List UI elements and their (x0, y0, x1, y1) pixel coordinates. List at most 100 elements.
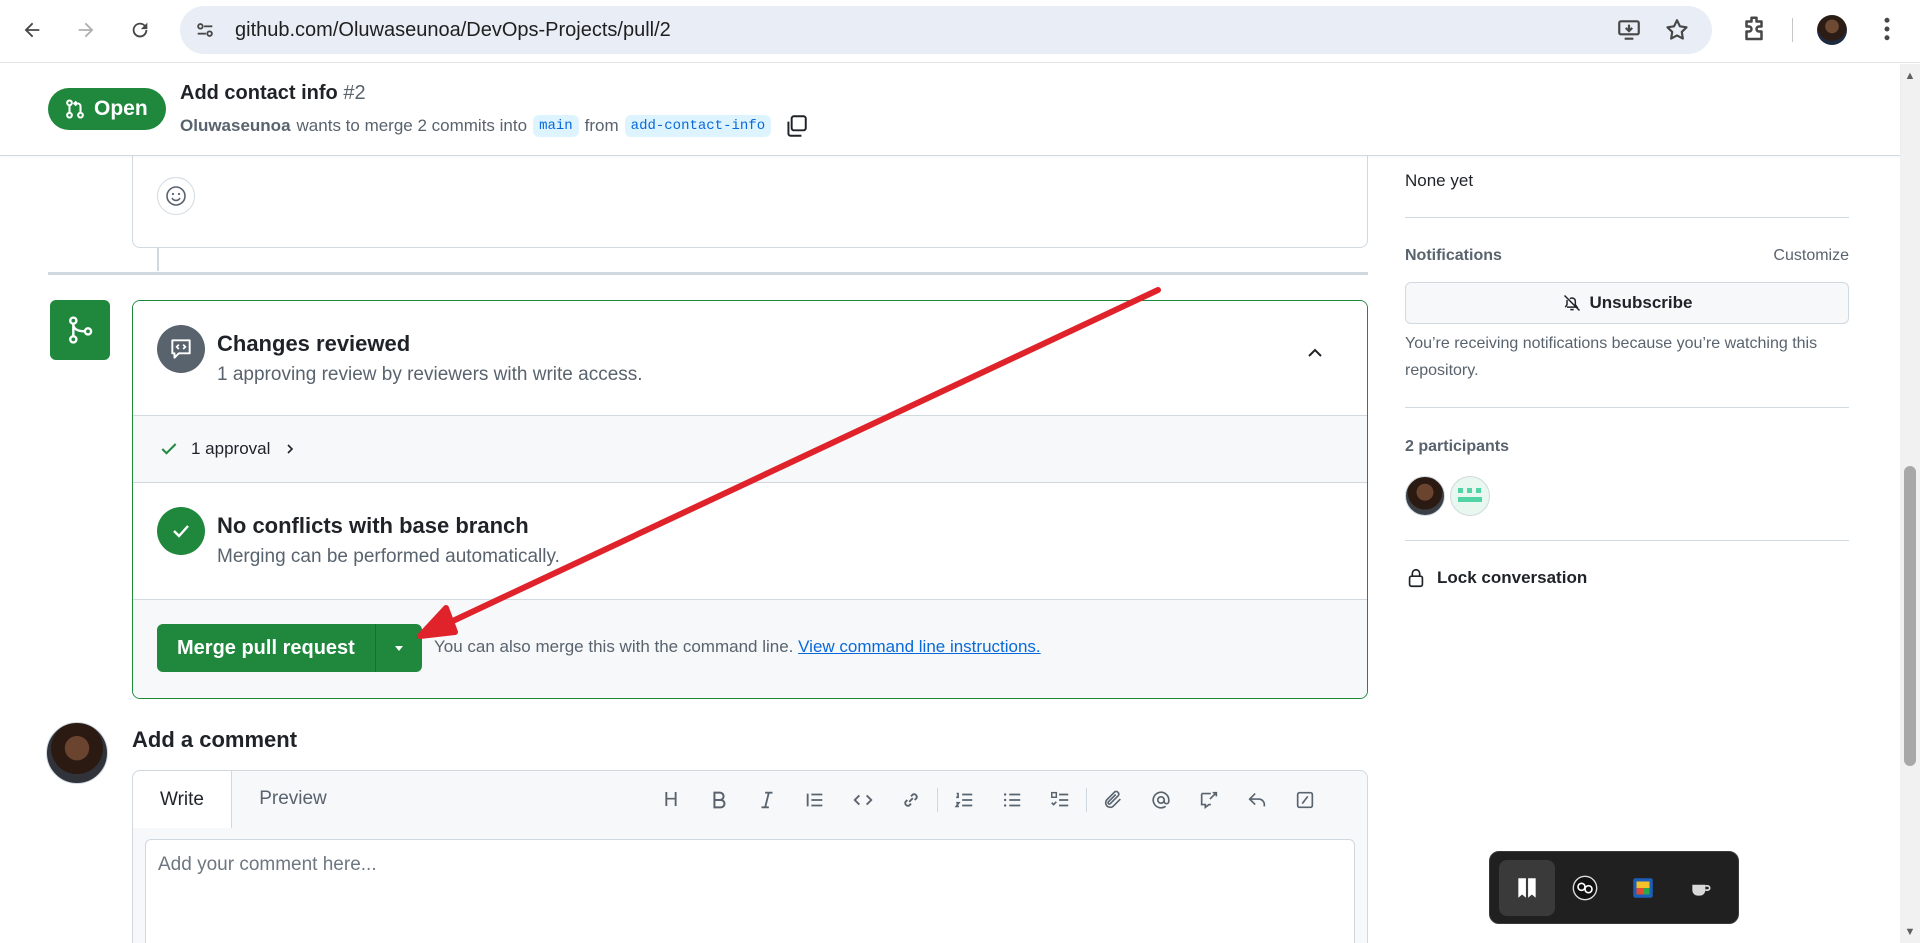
code-review-icon (171, 339, 191, 359)
link-button[interactable] (887, 784, 935, 816)
review-section: Changes reviewed 1 approving review by r… (133, 301, 1367, 416)
pr-state-label: Open (94, 97, 148, 120)
copy-icon[interactable] (783, 113, 809, 139)
merge-pull-request-button[interactable]: Merge pull request (157, 624, 376, 672)
task-list-button[interactable] (1036, 784, 1084, 816)
dock-app-3[interactable] (1615, 860, 1671, 916)
reload-button[interactable] (122, 12, 158, 48)
toolbar-divider (1086, 788, 1087, 812)
smiley-icon (166, 186, 186, 206)
markdown-toolbar: H (647, 784, 1329, 816)
conflict-section: No conflicts with base branch Merging ca… (133, 483, 1367, 600)
timeline-separator (48, 272, 1368, 275)
identicon-icon (1458, 488, 1482, 502)
mention-button[interactable] (1137, 784, 1185, 816)
dock-app-4[interactable] (1673, 860, 1729, 916)
profile-avatar[interactable] (1817, 15, 1847, 45)
site-settings-icon[interactable] (194, 19, 216, 41)
bookmark-star-icon[interactable] (1664, 17, 1690, 43)
milestone-value: None yet (1405, 171, 1474, 190)
chevron-up-icon[interactable] (1303, 341, 1327, 365)
dock-app-1[interactable] (1499, 859, 1555, 916)
pr-number: #2 (343, 82, 366, 104)
merge-status-icon-box (50, 300, 110, 360)
lock-conversation-button[interactable]: Lock conversation (1405, 567, 1587, 589)
check-icon (161, 443, 177, 455)
toolbar-divider (1792, 18, 1793, 42)
cli-hint: You can also merge this with the command… (434, 637, 1041, 657)
reply-icon (1248, 792, 1266, 807)
scrollbar-thumb[interactable] (1904, 466, 1916, 766)
participants-title: 2 participants (1405, 438, 1510, 455)
comment-textarea[interactable]: Add your comment here... (145, 839, 1355, 943)
pr-meta: Oluwaseunoa wants to merge 2 commits int… (180, 113, 809, 139)
pr-title: Add contact info #2 (180, 82, 366, 105)
participant-avatar[interactable] (1405, 476, 1445, 516)
chevron-right-icon (287, 444, 294, 454)
cli-hint-text: You can also merge this with the command… (434, 637, 794, 656)
tab-write[interactable]: Write (132, 770, 232, 828)
tab-preview[interactable]: Preview (233, 771, 353, 827)
quote-button[interactable] (791, 784, 839, 816)
add-reaction-button[interactable] (157, 177, 195, 215)
github-pr-page: Open Add contact info #2 Oluwaseunoa wan… (0, 64, 1920, 943)
cli-instructions-link[interactable]: View command line instructions. (798, 637, 1041, 656)
unsubscribe-button[interactable]: Unsubscribe (1405, 282, 1849, 324)
scroll-up-arrow[interactable]: ▲ (1904, 70, 1916, 82)
ordered-list-icon (954, 792, 973, 808)
cross-reference-icon (1200, 791, 1218, 809)
code-button[interactable] (839, 784, 887, 816)
address-bar[interactable]: github.com/Oluwaseunoa/DevOps-Projects/p… (180, 6, 1712, 54)
url-text[interactable]: github.com/Oluwaseunoa/DevOps-Projects/p… (235, 19, 671, 42)
comment-editor: Write Preview H Add your comment here... (132, 770, 1368, 943)
pr-author-link[interactable]: Oluwaseunoa (180, 116, 291, 136)
mention-icon (1152, 791, 1170, 809)
sidebar-divider (1405, 540, 1849, 541)
image-app-icon (1633, 877, 1653, 898)
pr-title-text: Add contact info (180, 82, 338, 104)
participant-avatar[interactable] (1450, 476, 1490, 516)
italic-button[interactable] (743, 784, 791, 816)
bold-icon (713, 791, 726, 809)
browser-toolbar: github.com/Oluwaseunoa/DevOps-Projects/p… (0, 0, 1920, 63)
sidebar-divider (1405, 407, 1849, 408)
back-button[interactable] (14, 12, 50, 48)
check-icon (173, 525, 189, 538)
coffee-cup-icon (1692, 884, 1711, 896)
review-subtitle: 1 approving review by reviewers with wri… (217, 364, 643, 385)
git-pull-request-icon (66, 99, 84, 119)
saved-reply-button[interactable] (1233, 784, 1281, 816)
conflict-subtitle: Merging can be performed automatically. (217, 546, 560, 567)
unordered-list-button[interactable] (988, 784, 1036, 816)
approval-label: 1 approval (191, 439, 271, 458)
bookmark-app-icon (1518, 877, 1536, 898)
reload-icon (132, 22, 148, 38)
slash-command-icon (1296, 791, 1314, 809)
bold-button[interactable] (695, 784, 743, 816)
commenter-avatar[interactable] (46, 722, 108, 784)
head-branch[interactable]: add-contact-info (624, 115, 772, 137)
approvals-row[interactable]: 1 approval (133, 416, 1367, 483)
lock-icon (1408, 568, 1424, 588)
slash-command-button[interactable] (1281, 784, 1329, 816)
more-menu-icon[interactable] (1872, 14, 1902, 44)
triangle-down-icon (394, 646, 403, 651)
ordered-list-button[interactable] (940, 784, 988, 816)
unordered-list-icon (1003, 793, 1021, 807)
sidebar-divider (1405, 217, 1849, 218)
italic-icon (761, 791, 773, 809)
dock-app-2[interactable] (1557, 860, 1613, 916)
merge-options-dropdown[interactable] (376, 624, 422, 672)
notification-note: You’re receiving notifications because y… (1405, 335, 1818, 379)
customize-link[interactable]: Customize (1773, 247, 1849, 265)
unsubscribe-label: Unsubscribe (1589, 293, 1693, 312)
forward-button[interactable] (68, 12, 104, 48)
heading-button[interactable]: H (647, 784, 695, 816)
base-branch[interactable]: main (533, 115, 579, 137)
install-app-icon[interactable] (1616, 17, 1642, 43)
cross-reference-button[interactable] (1185, 784, 1233, 816)
scroll-down-arrow[interactable]: ▼ (1904, 926, 1916, 938)
notifications-title: Notifications (1405, 247, 1502, 264)
attach-button[interactable] (1089, 784, 1137, 816)
extensions-icon[interactable] (1739, 14, 1769, 44)
